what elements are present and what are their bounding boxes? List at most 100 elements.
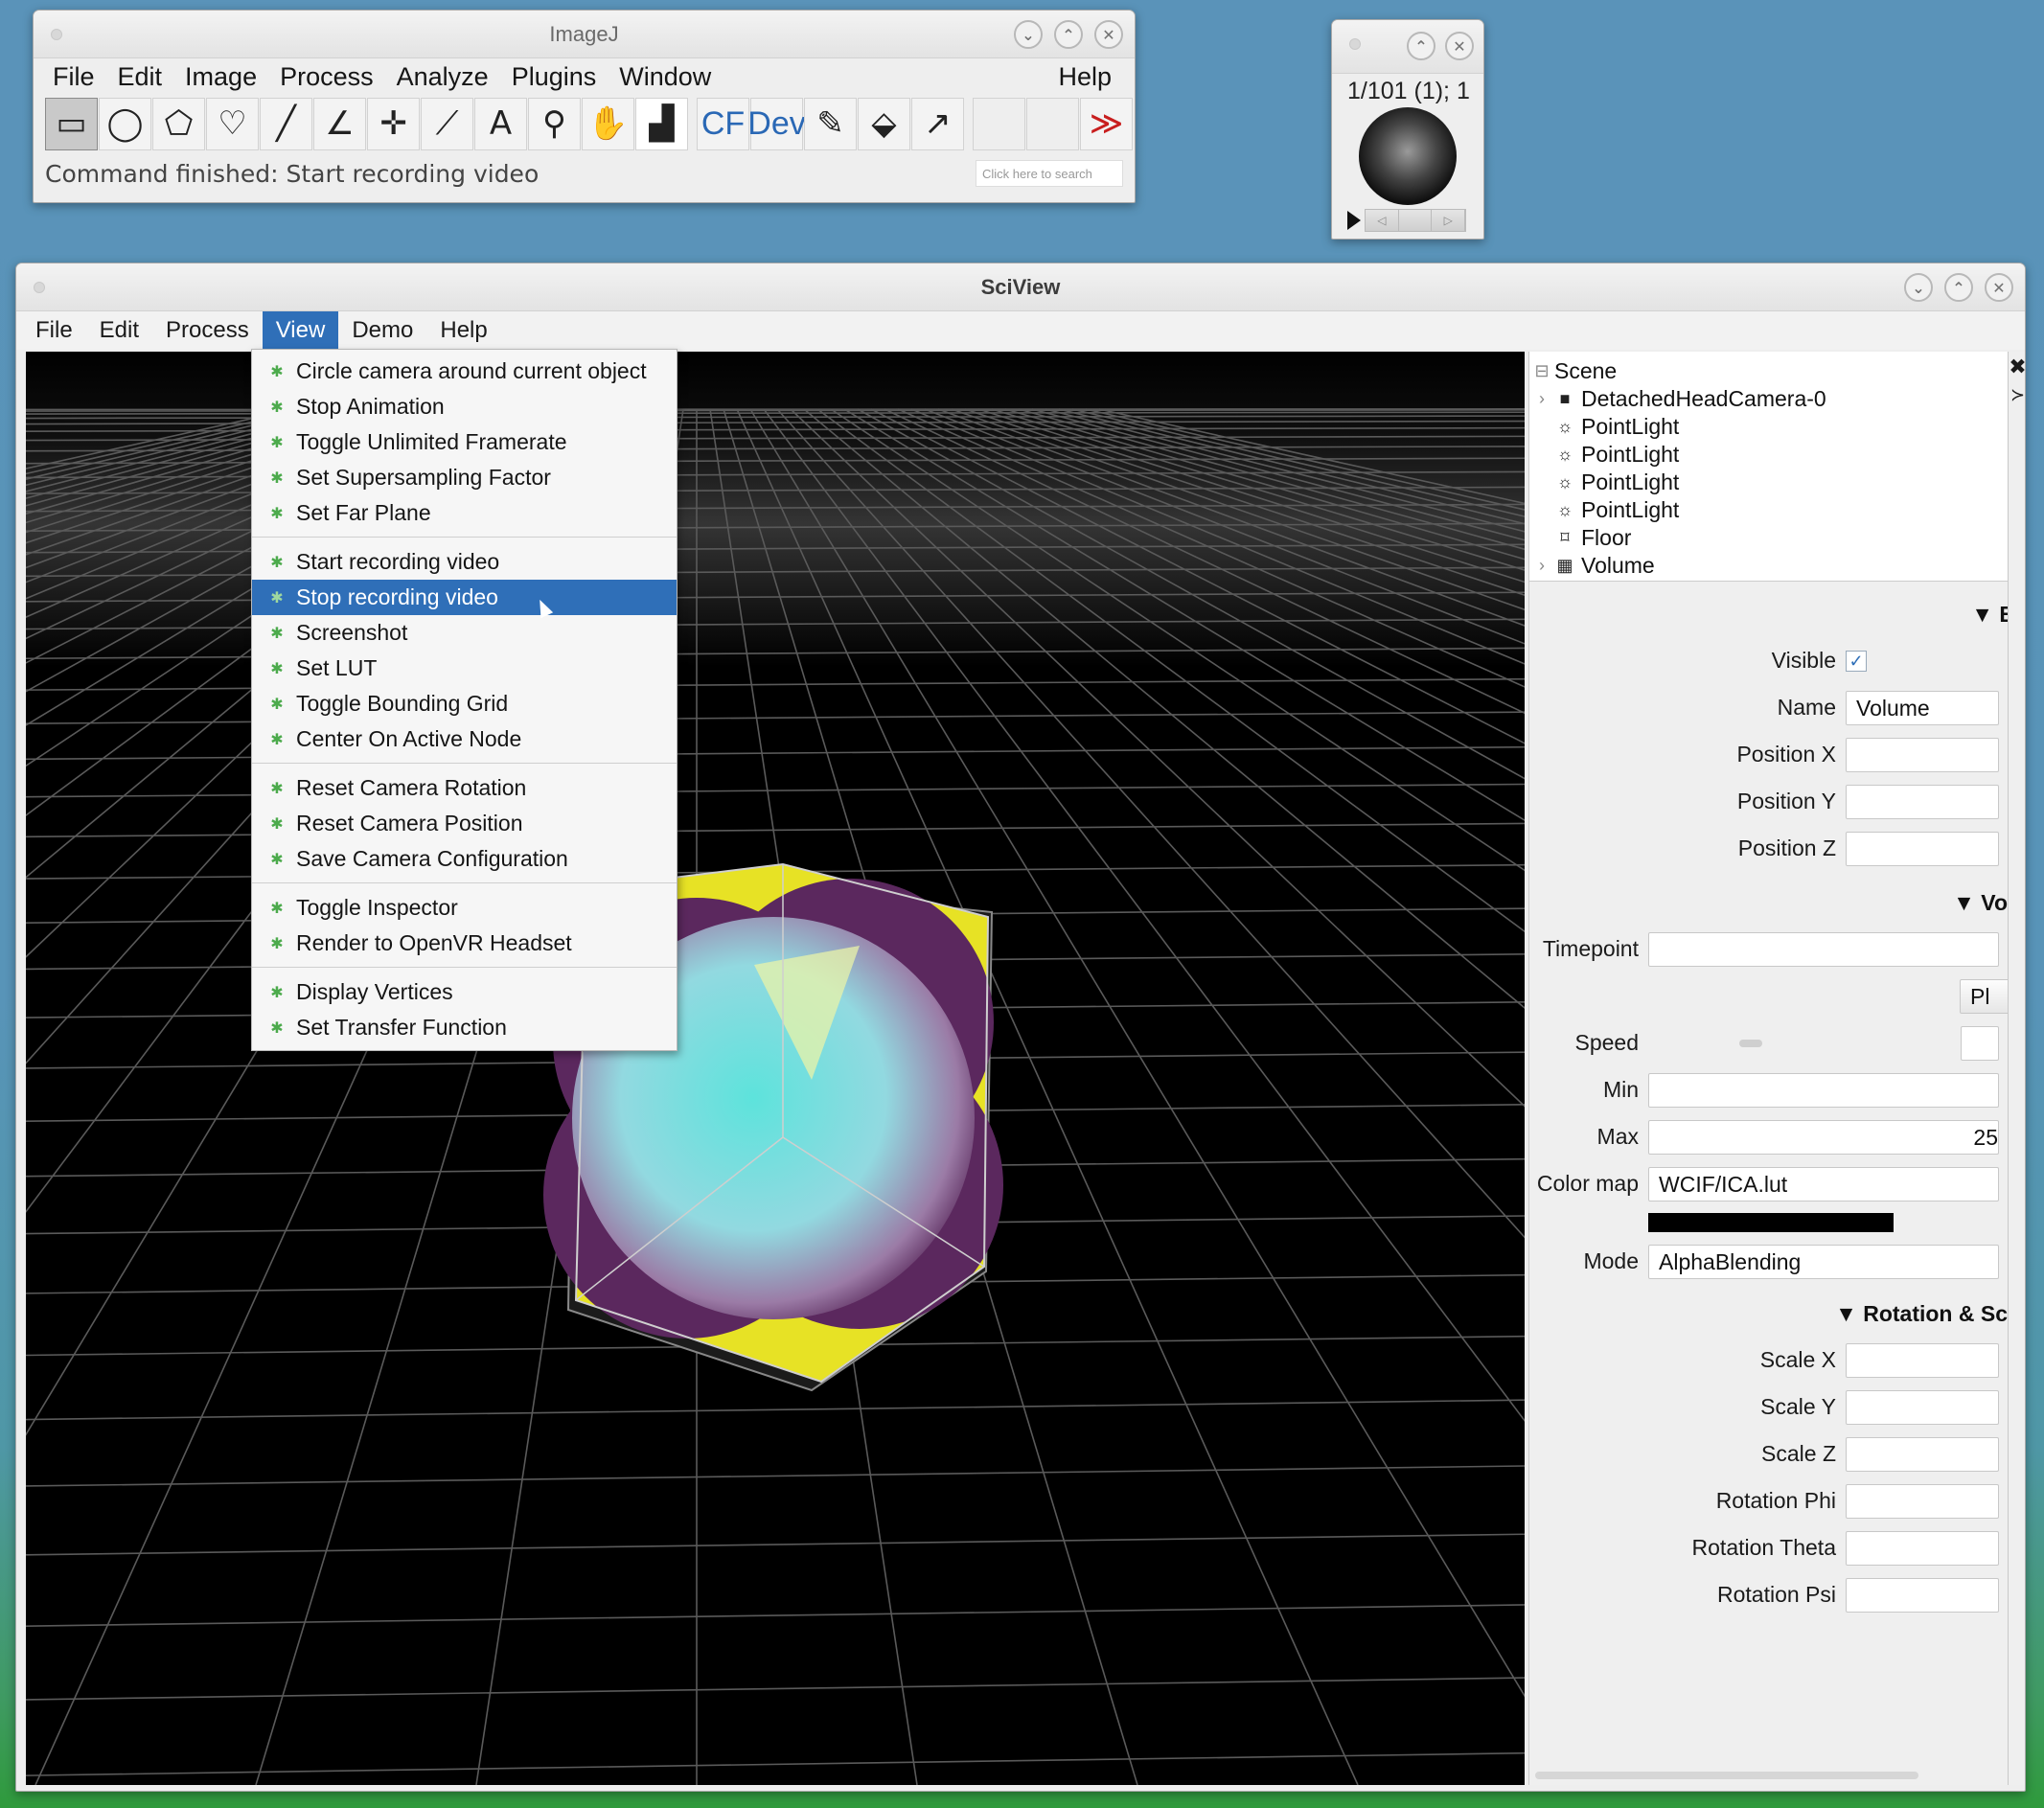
tree-node[interactable]: ☼ PointLight (1529, 496, 2008, 524)
inspector-scrollbar[interactable] (1535, 1772, 1918, 1779)
timepoint-field[interactable] (1648, 931, 1999, 967)
dev-tool-icon[interactable]: Dev (747, 97, 806, 150)
menu-file[interactable]: File (22, 311, 86, 350)
close-button[interactable]: ✕ (1445, 32, 1474, 60)
empty-slot-icon[interactable] (973, 97, 1025, 150)
tree-node[interactable]: ☼ PointLight (1529, 469, 2008, 496)
tree-node[interactable]: ⌑ Floor (1529, 524, 2008, 552)
collapse-icon[interactable]: ⊟ (1529, 357, 1554, 385)
slider-thumb[interactable] (1399, 210, 1433, 231)
close-button[interactable]: ✕ (1985, 273, 2013, 302)
close-inspector-icon[interactable]: ✖ (2009, 355, 2025, 379)
menu-item-stop-recording-video[interactable]: ✱ Stop recording video (252, 580, 677, 615)
text-tool-icon[interactable]: A (474, 97, 527, 150)
section-volume[interactable]: ▼ Vo (1529, 880, 2008, 926)
menu-help[interactable]: Help (426, 311, 500, 350)
menu-demo[interactable]: Demo (338, 311, 426, 350)
menu-image[interactable]: Image (185, 62, 257, 92)
menu-edit[interactable]: Edit (86, 311, 152, 350)
window-menu-dot[interactable] (1349, 38, 1361, 50)
tree-root[interactable]: ⊟ Scene (1529, 357, 2008, 385)
menu-item-set-far-plane[interactable]: ✱ Set Far Plane (252, 495, 677, 531)
expand-icon[interactable]: › (1529, 385, 1554, 413)
brush-tool-icon[interactable]: ✎ (804, 97, 857, 150)
menu-item-start-recording-video[interactable]: ✱ Start recording video (252, 544, 677, 580)
stack-slider[interactable]: ◁ ▷ (1347, 209, 1483, 232)
section-basic[interactable]: ▼ B (1529, 591, 2008, 637)
maximize-button[interactable]: ⌃ (1944, 273, 1973, 302)
oval-tool-icon[interactable]: ◯ (99, 97, 151, 150)
min-field[interactable] (1648, 1072, 1999, 1108)
menu-item-toggle-unlimited-framerate[interactable]: ✱ Toggle Unlimited Framerate (252, 424, 677, 460)
arrow-tool-icon[interactable]: ↗ (911, 97, 964, 150)
expand-icon[interactable]: › (1529, 552, 1554, 580)
menu-item-center-on-active-node[interactable]: ✱ Center On Active Node (252, 721, 677, 757)
colormap-field[interactable]: WCIF/ICA.lut (1648, 1166, 1999, 1202)
wand-tool-icon[interactable]: ⟋ (421, 97, 473, 150)
more-tools-icon[interactable]: ≫ (1080, 97, 1133, 150)
menu-plugins[interactable]: Plugins (512, 62, 597, 92)
visible-checkbox[interactable]: ✓ (1846, 650, 1867, 672)
tree-node[interactable]: › ▦ Volume (1529, 552, 2008, 580)
color-picker-icon[interactable]: ▟ (635, 97, 688, 150)
scale-z-field[interactable] (1846, 1436, 1999, 1472)
minimize-button[interactable]: ⌄ (1014, 20, 1043, 49)
menu-item-set-transfer-function[interactable]: ✱ Set Transfer Function (252, 1010, 677, 1045)
tree-node[interactable]: ☼ PointLight (1529, 441, 2008, 469)
minimize-button[interactable]: ⌄ (1904, 273, 1933, 302)
name-field[interactable]: Volume (1846, 690, 1999, 725)
menu-help[interactable]: Help (1058, 62, 1112, 92)
scale-y-field[interactable] (1846, 1389, 1999, 1425)
close-button[interactable]: ✕ (1094, 20, 1123, 49)
menu-window[interactable]: Window (619, 62, 711, 92)
menu-item-circle-camera-around-current-object[interactable]: ✱ Circle camera around current object (252, 354, 677, 389)
menu-analyze[interactable]: Analyze (397, 62, 489, 92)
menu-item-reset-camera-position[interactable]: ✱ Reset Camera Position (252, 806, 677, 841)
menu-view[interactable]: View (262, 311, 339, 350)
max-field[interactable]: 25 (1648, 1119, 1999, 1155)
menu-process[interactable]: Process (280, 62, 374, 92)
empty-slot-icon[interactable] (1026, 97, 1079, 150)
play-button[interactable]: Pl (1960, 978, 2008, 1014)
speed-slider-thumb[interactable] (1739, 1039, 1762, 1047)
freehand-tool-icon[interactable]: ♡ (206, 97, 259, 150)
menu-process[interactable]: Process (152, 311, 263, 350)
menu-edit[interactable]: Edit (118, 62, 163, 92)
tree-node[interactable]: ☼ PointLight (1529, 413, 2008, 441)
sciview-titlebar[interactable]: SciView ⌄ ⌃ ✕ (16, 263, 2025, 311)
position-x-field[interactable] (1846, 737, 1999, 772)
speed-field[interactable] (1961, 1025, 1999, 1061)
hand-tool-icon[interactable]: ✋ (582, 97, 634, 150)
line-tool-icon[interactable]: ╱ (260, 97, 312, 150)
multipoint-tool-icon[interactable]: ✛ (367, 97, 420, 150)
viewer-titlebar[interactable]: ⌃ ✕ (1332, 20, 1483, 74)
menu-item-stop-animation[interactable]: ✱ Stop Animation (252, 389, 677, 424)
position-z-field[interactable] (1846, 831, 1999, 866)
menu-item-screenshot[interactable]: ✱ Screenshot (252, 615, 677, 651)
flood-fill-icon[interactable]: ⬙ (858, 97, 910, 150)
menu-item-display-vertices[interactable]: ✱ Display Vertices (252, 974, 677, 1010)
search-input[interactable]: Click here to search (976, 160, 1123, 187)
tree-node[interactable]: › ■ DetachedHeadCamera-0 (1529, 385, 2008, 413)
rotation-phi-field[interactable] (1846, 1483, 1999, 1519)
slider-right-arrow-icon[interactable]: ▷ (1432, 210, 1466, 231)
menu-item-render-to-openvr-headset[interactable]: ✱ Render to OpenVR Headset (252, 926, 677, 961)
menu-item-toggle-inspector[interactable]: ✱ Toggle Inspector (252, 890, 677, 926)
rotation-psi-field[interactable] (1846, 1577, 1999, 1613)
position-y-field[interactable] (1846, 784, 1999, 819)
polygon-tool-icon[interactable]: ⬠ (152, 97, 205, 150)
slider-track[interactable]: ◁ ▷ (1365, 209, 1466, 232)
mode-dropdown[interactable]: AlphaBlending (1648, 1244, 1999, 1279)
section-rotation-scale[interactable]: ▼ Rotation & Sc (1529, 1291, 2008, 1337)
speed-slider[interactable] (1648, 1039, 1955, 1047)
console-icon[interactable]: ≻ (2009, 385, 2025, 405)
angle-tool-icon[interactable]: ∠ (313, 97, 366, 150)
menu-item-toggle-bounding-grid[interactable]: ✱ Toggle Bounding Grid (252, 686, 677, 721)
cf-tool-icon[interactable]: CF (697, 97, 749, 150)
menu-item-reset-camera-rotation[interactable]: ✱ Reset Camera Rotation (252, 770, 677, 806)
scale-x-field[interactable] (1846, 1342, 1999, 1378)
menu-file[interactable]: File (53, 62, 95, 92)
rotation-theta-field[interactable] (1846, 1530, 1999, 1566)
rectangle-tool-icon[interactable]: ▭ (45, 97, 98, 150)
slider-left-arrow-icon[interactable]: ◁ (1366, 210, 1399, 231)
